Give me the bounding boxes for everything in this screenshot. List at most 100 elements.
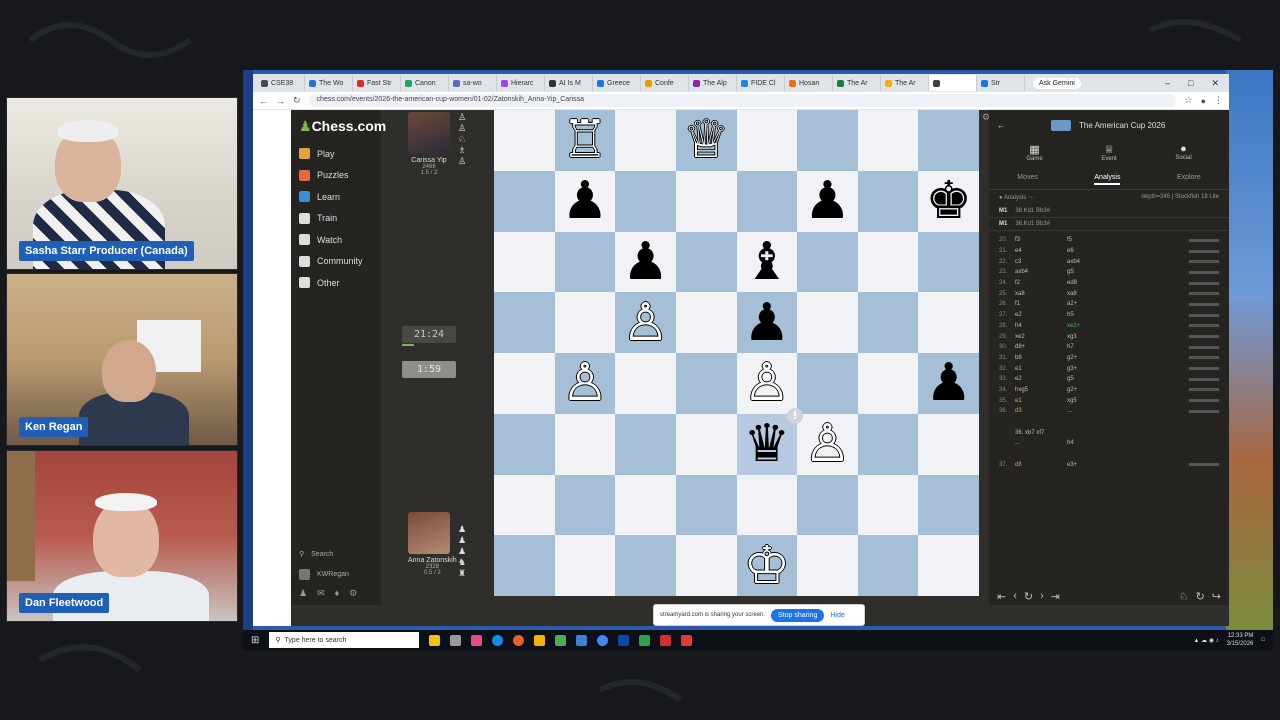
white-king-piece[interactable]: ♔ [744,540,791,592]
hide-button[interactable]: Hide [830,612,844,619]
square-c3[interactable] [615,413,676,475]
black-move[interactable]: xg5 [1067,398,1125,404]
copilot-icon[interactable] [429,634,441,646]
square-f7[interactable]: ♟ [797,170,858,232]
square-g3[interactable] [857,413,919,475]
tray-icons[interactable]: ▲ ☁ ◉ ♪ [1193,637,1218,644]
black-move[interactable]: g5 [1067,376,1125,382]
forward-icon[interactable]: → [276,96,285,106]
square-b2[interactable] [554,474,616,536]
square-h3[interactable] [918,413,979,475]
square-e5[interactable]: ♟ [736,292,798,353]
white-move[interactable]: hxg5 [1015,387,1067,393]
square-c2[interactable] [615,474,676,536]
excel-icon[interactable] [639,634,651,646]
nav-item-other[interactable]: Other [291,272,381,294]
white-move[interactable]: e2 [1015,376,1067,382]
black-move[interactable]: xg3 [1067,334,1125,340]
white-move[interactable]: f2 [1015,280,1067,286]
nav-item-learn[interactable]: Learn [291,186,381,208]
black-pawn-piece[interactable]: ♟ [744,297,791,349]
white-rook-piece[interactable]: ♖ [562,114,609,166]
firefox-icon[interactable] [513,634,525,646]
square-a4[interactable] [494,353,555,414]
square-e7[interactable] [736,170,798,232]
square-b8[interactable]: ♖ [554,110,616,171]
black-pawn-piece[interactable]: ♟ [925,357,972,409]
taskbar-search[interactable]: ⚲ Type here to search [269,632,420,648]
black-pawn-piece[interactable]: ♟ [804,175,851,227]
square-d6[interactable] [675,231,737,293]
white-move[interactable]: xe2 [1015,334,1067,340]
square-g2[interactable] [857,474,919,536]
settings-icon[interactable]: ⚙ [349,588,357,599]
square-b6[interactable] [554,231,616,293]
black-queen-piece[interactable]: ♛ [744,418,791,470]
black-pawn-piece[interactable]: ♟ [562,175,609,227]
browser-tab[interactable]: FIDE Cl [737,75,785,91]
square-f8[interactable] [797,110,858,171]
maximize-icon[interactable]: □ [1188,78,1193,89]
black-move[interactable]: g2+ [1067,355,1125,361]
clock[interactable]: 12:33 PM 3/15/2026 [1227,632,1254,648]
white-pawn-piece[interactable]: ♙ [562,357,609,409]
chrome-icon[interactable] [597,634,609,646]
square-h6[interactable] [918,231,979,293]
black-move[interactable]: ed8 [1067,280,1125,286]
next-move-icon[interactable]: › [1040,590,1044,603]
back-arrow-icon[interactable]: ← [997,121,1005,130]
white-move[interactable]: f1 [1015,301,1067,307]
square-d1[interactable] [675,535,737,596]
white-move[interactable]: d8 [1015,462,1067,468]
white-pawn-piece[interactable]: ♙ [744,357,791,409]
chesscom-logo[interactable]: ♟Chess.com [291,110,386,143]
browser-tab[interactable]: Canon [401,75,449,91]
white-move[interactable]: c3 [1015,259,1067,265]
black-move[interactable]: axb4 [1067,259,1125,265]
nav-item-community[interactable]: Community [291,251,381,273]
black-move[interactable]: e6 [1067,248,1125,254]
square-b3[interactable] [554,413,616,475]
black-move[interactable]: xa8 [1067,291,1125,297]
square-g7[interactable] [857,170,919,232]
browser-tab[interactable]: Hosan [785,75,833,91]
square-c5[interactable]: ♙ [615,292,676,353]
white-move[interactable]: h4 [1015,323,1067,329]
white-move[interactable]: xa8 [1015,291,1067,297]
back-icon[interactable]: ← [259,96,268,106]
white-move[interactable]: f3 [1015,237,1067,243]
square-c7[interactable] [615,170,676,232]
refresh-icon[interactable]: ↻ [1196,590,1205,603]
url-input[interactable]: chess.com/events/2026-the-american-cup-w… [308,94,1177,107]
black-move[interactable]: h7 [1067,344,1125,350]
white-move[interactable]: e1 [1015,398,1067,404]
panel-event-button[interactable]: ♕ Event [1101,143,1116,162]
browser-tab[interactable]: The Ar [881,75,929,91]
flip-icon[interactable]: ↻ [1024,590,1033,603]
minimize-icon[interactable]: – [1165,78,1170,89]
square-b4[interactable]: ♙ [554,353,616,414]
file-explorer-icon[interactable] [534,634,546,646]
square-a6[interactable] [494,231,555,293]
square-a1[interactable] [494,535,555,596]
share-icon[interactable]: ↪ [1212,590,1221,603]
browser-tab[interactable]: Confe [641,75,689,91]
square-h8[interactable] [918,110,979,171]
square-f5[interactable] [797,292,858,353]
nav-item-puzzles[interactable]: Puzzles [291,165,381,187]
square-g5[interactable] [857,292,919,353]
square-h5[interactable] [918,292,979,353]
square-d4[interactable] [675,353,737,414]
tab-analysis[interactable]: Analysis [1094,174,1121,185]
square-g8[interactable] [857,110,919,171]
app-icon[interactable] [471,634,483,646]
black-pawn-piece[interactable]: ♟ [622,236,669,288]
square-b7[interactable]: ♟ [554,170,616,232]
engine-line[interactable]: M1 38.Kd1 Bb3# [989,205,1229,218]
top-player-name[interactable]: Carissa Yip [408,157,450,164]
browser-tab[interactable]: The Alp [689,75,737,91]
browser-tab[interactable]: Hierarc [497,75,545,91]
black-move[interactable]: ... [1067,408,1125,414]
square-a8[interactable] [494,110,555,171]
black-move[interactable]: h5 [1067,312,1125,318]
